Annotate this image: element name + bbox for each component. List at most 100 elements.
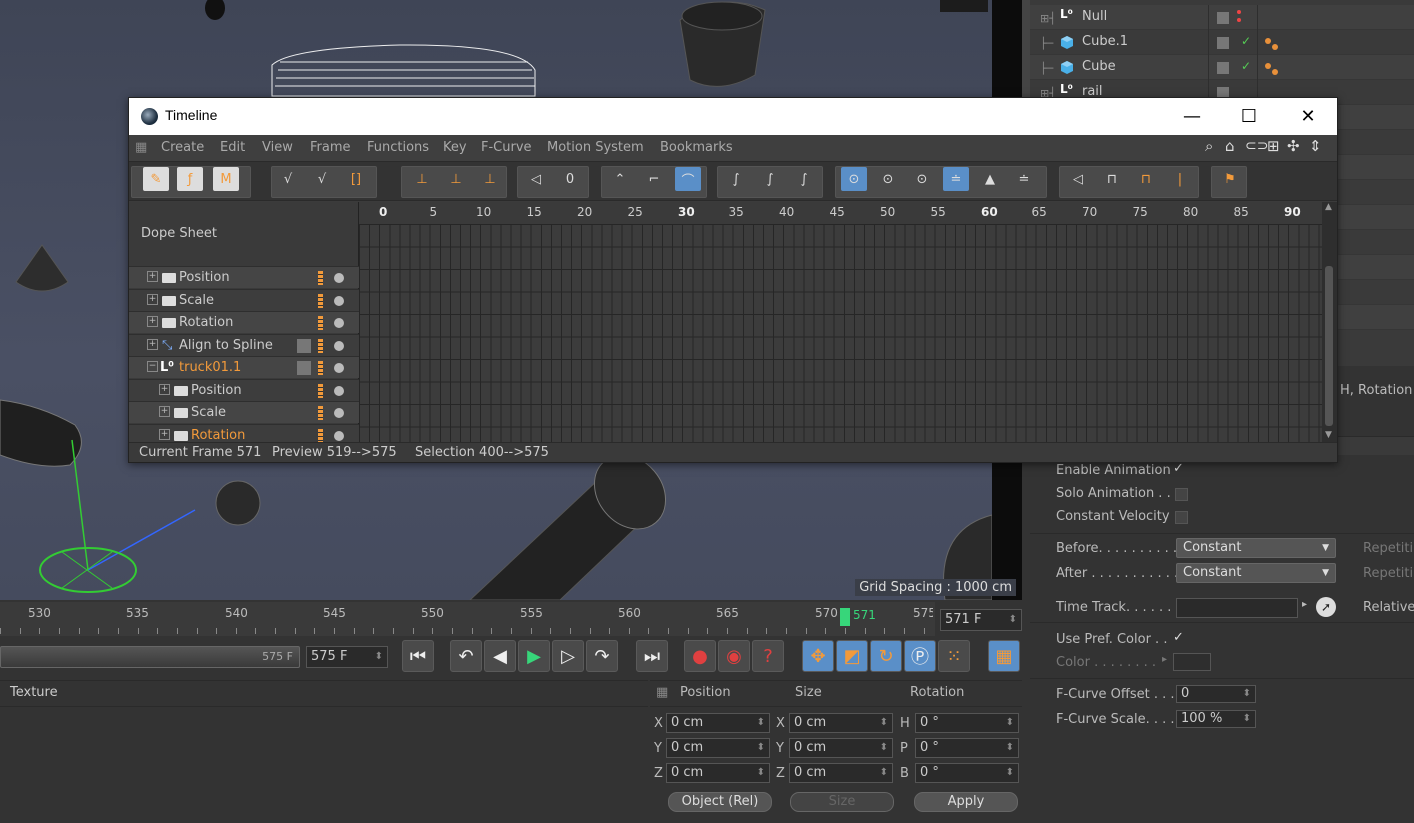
track-row[interactable]: + Scale	[129, 288, 359, 311]
pick-object-icon[interactable]: ➚	[1316, 597, 1336, 617]
visibility-icon[interactable]	[1217, 37, 1229, 49]
expand-icon[interactable]: +	[147, 293, 158, 305]
record-keys-button[interactable]: ●	[684, 640, 716, 672]
link-icon[interactable]: ⊂⊃	[1245, 138, 1268, 154]
size-x-input[interactable]: 0 cm	[789, 713, 893, 733]
fcurve-offset-input[interactable]: 0	[1176, 685, 1256, 703]
track-toggle-icon[interactable]	[297, 361, 311, 375]
linear-icon[interactable]: ⌐	[641, 167, 667, 191]
expand-icon[interactable]: +	[159, 383, 170, 395]
tag-icon[interactable]	[1264, 37, 1278, 50]
spline-ease-icon[interactable]: ⌃	[607, 167, 633, 191]
before-dropdown[interactable]: Constant	[1176, 538, 1336, 558]
current-frame-field[interactable]: 571 F	[940, 609, 1022, 631]
new-panel-icon[interactable]: ⊞	[1267, 137, 1280, 155]
track-mode-icon[interactable]	[318, 316, 323, 330]
vertical-scrollbar[interactable]: ▲ ▼	[1322, 202, 1337, 442]
frame-ruler[interactable]: 0 5 10 15 20 25 30 35 40 45 50 55 60 65 70 75 80 85 90	[359, 202, 1322, 224]
time-track-field[interactable]	[1176, 598, 1298, 618]
move-view-icon[interactable]: ✣	[1287, 137, 1300, 155]
autokey-button[interactable]: ◉	[718, 640, 750, 672]
track-solo-icon[interactable]	[334, 295, 344, 306]
tag-icon[interactable]	[1264, 62, 1278, 75]
ease-ease-icon[interactable]: ∫	[791, 167, 817, 191]
record-parameter-button[interactable]: Ⓟ	[904, 640, 936, 672]
lock-time-icon[interactable]: ⊓	[1099, 167, 1125, 191]
rotation-h-input[interactable]: 0 °	[915, 713, 1019, 733]
menu-frame[interactable]: Frame	[310, 140, 351, 155]
expand-icon[interactable]: +	[159, 406, 170, 417]
track-row[interactable]: + Position	[129, 266, 359, 288]
record-rotation-button[interactable]: ↻	[870, 640, 902, 672]
region-mode-icon[interactable]: []	[343, 167, 369, 191]
tree-expander-icon[interactable]: ⊞┤	[1040, 12, 1056, 25]
frame-ruler[interactable]: 530 535 540 545 550 555 560 565 570 575 …	[0, 602, 935, 636]
home-icon[interactable]: ⌂	[1225, 137, 1235, 155]
menu-edit[interactable]: Edit	[220, 140, 245, 155]
after-dropdown[interactable]: Constant	[1176, 563, 1336, 583]
color-arrow-icon[interactable]: ▸	[1162, 654, 1167, 665]
fcurve-scale-input[interactable]: 100 %	[1176, 710, 1256, 728]
coordinates-manager[interactable]: ▦ Position Size Rotation X 0 cm X 0 cm H…	[650, 680, 1022, 823]
minimize-button[interactable]: —	[1169, 98, 1215, 135]
end-frame-field[interactable]: 575 F	[306, 646, 388, 668]
track-row[interactable]: + Scale	[129, 401, 359, 423]
object-row-cube[interactable]: ├─ Cube ✓	[1030, 55, 1414, 80]
zero-length-icon[interactable]: ⊙	[909, 167, 935, 191]
search-icon[interactable]: ⌕	[1205, 137, 1213, 155]
scroll-down-icon[interactable]: ▼	[1325, 430, 1332, 440]
goto-end-button[interactable]: ⏭	[636, 640, 668, 672]
track-row[interactable]: − L⁰ truck01.1	[129, 356, 359, 378]
enabled-check-icon[interactable]: ✓	[1241, 59, 1251, 73]
lock-value-icon[interactable]: ⊓	[1133, 167, 1159, 191]
solo-animation-checkbox[interactable]	[1175, 488, 1188, 501]
scheme-settings-button[interactable]: ▦	[988, 640, 1020, 672]
next-frame-button[interactable]: ▷	[552, 640, 584, 672]
lock-angle-icon[interactable]: |	[1167, 167, 1193, 191]
track-solo-icon[interactable]	[334, 363, 344, 373]
track-row[interactable]: + Rotation	[129, 311, 359, 333]
link-tangents-icon[interactable]: ≐	[943, 167, 969, 191]
dope-sheet-tracks[interactable]: Dope Sheet + Position + Scale + Rotation + ⤡ Ali…	[129, 202, 359, 446]
size-z-input[interactable]: 0 cm	[789, 763, 893, 783]
close-button[interactable]: ✕	[1285, 98, 1331, 135]
track-mode-icon[interactable]	[318, 338, 323, 353]
lock-key-icon[interactable]: ◁	[1065, 167, 1091, 191]
auto-tangent-icon[interactable]: ⊙	[841, 167, 867, 191]
menu-motion-system[interactable]: Motion System	[547, 140, 644, 155]
record-position-button[interactable]: ✥	[802, 640, 834, 672]
record-scale-button[interactable]: ◩	[836, 640, 868, 672]
preview-range-slider[interactable]: 575 F	[0, 646, 300, 668]
add-keys-icon[interactable]: ⊥	[443, 167, 469, 191]
position-z-input[interactable]: 0 cm	[666, 763, 770, 783]
prev-frame-button[interactable]: ◀	[484, 640, 516, 672]
key-reduction-icon[interactable]: ◁	[523, 167, 549, 191]
expand-icon[interactable]: +	[147, 271, 158, 282]
track-solo-icon[interactable]	[334, 318, 344, 328]
position-x-input[interactable]: 0 cm	[666, 713, 770, 733]
track-mode-icon[interactable]	[318, 361, 323, 375]
render-visibility-dot[interactable]	[1237, 18, 1241, 22]
delete-keys-icon[interactable]: ⊥	[477, 167, 503, 191]
keyframe-grid[interactable]	[359, 224, 1322, 442]
break-tangent-icon[interactable]: ≐	[1011, 167, 1037, 191]
menu-fcurve[interactable]: F-Curve	[481, 140, 532, 155]
track-solo-icon[interactable]	[334, 340, 344, 351]
step-icon[interactable]: ⌒	[675, 167, 701, 191]
position-y-input[interactable]: 0 cm	[666, 738, 770, 758]
expand-icon[interactable]: +	[159, 428, 170, 440]
timeline-window[interactable]: Timeline — ☐ ✕ ▦ Create Edit View Frame …	[128, 97, 1338, 463]
track-mode-icon[interactable]	[318, 406, 323, 420]
goto-prev-key-button[interactable]: ↶	[450, 640, 482, 672]
color-swatch[interactable]	[1173, 653, 1211, 671]
menu-key[interactable]: Key	[443, 140, 467, 155]
maximize-button[interactable]: ☐	[1226, 98, 1272, 135]
menu-create[interactable]: Create	[161, 140, 204, 155]
key-mode-icon[interactable]: √	[275, 167, 301, 191]
track-toggle-icon[interactable]	[297, 338, 311, 353]
size-mode-dropdown[interactable]: Size	[790, 792, 894, 812]
tangent-mode-icon[interactable]: √	[309, 167, 335, 191]
expand-icon[interactable]: +	[147, 316, 158, 327]
bake-icon[interactable]: ⚑	[1217, 167, 1243, 191]
dope-sheet-mode-icon[interactable]: ✎	[143, 167, 169, 191]
